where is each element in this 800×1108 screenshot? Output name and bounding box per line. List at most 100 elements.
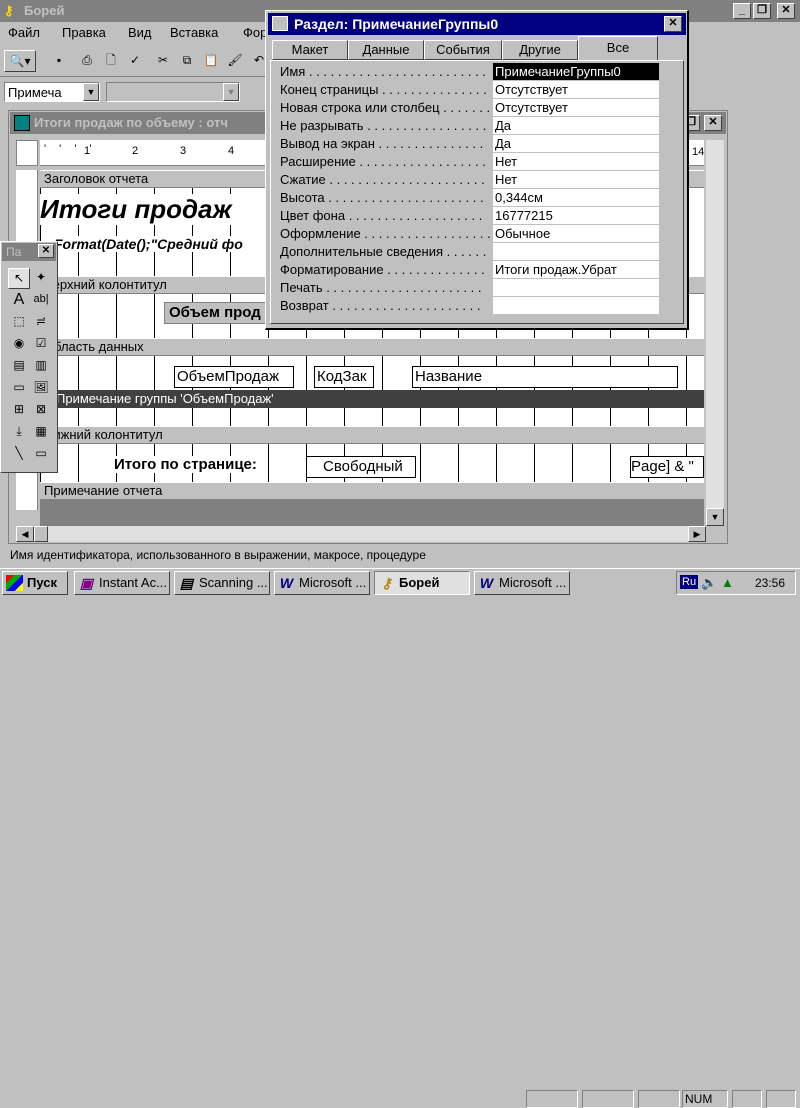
property-value[interactable]: Отсутствует <box>493 99 659 116</box>
property-value[interactable]: Обычное <box>493 225 659 242</box>
font-combo[interactable]: ▼ <box>106 82 240 102</box>
taskbar-button-borey[interactable]: ⚷ Борей <box>374 571 470 595</box>
taskbar-button-scanning[interactable]: ▤ Scanning ... <box>174 571 270 595</box>
property-value[interactable]: Нет <box>493 171 659 188</box>
select-pointer-icon[interactable]: ↖ <box>8 268 30 289</box>
combobox-icon[interactable]: ▤ <box>8 356 30 377</box>
property-row[interactable]: Имя . . . . . . . . . . . . . . . . . . … <box>276 63 660 81</box>
properties-close-button[interactable]: ✕ <box>664 16 682 32</box>
cut-icon[interactable]: ✂ <box>152 50 174 72</box>
property-value[interactable]: Итоги продаж.Убрат <box>493 261 659 278</box>
language-indicator[interactable]: Ru <box>680 575 699 589</box>
property-row[interactable]: Форматирование . . . . . . . . . . . . .… <box>276 261 660 279</box>
section-group-footer[interactable]: Примечание группы 'ОбъемПродаж' <box>40 390 704 408</box>
property-row[interactable]: Высота . . . . . . . . . . . . . . . . .… <box>276 189 660 207</box>
property-value[interactable]: 0,344см <box>493 189 659 206</box>
property-value[interactable]: Отсутствует <box>493 81 659 98</box>
image-icon[interactable]: 🖼 <box>30 378 52 399</box>
scroll-thumb[interactable] <box>34 526 48 542</box>
property-row[interactable]: Конец страницы . . . . . . . . . . . . .… <box>276 81 660 99</box>
page-footer-area[interactable]: Итого по странице: Свободный Page] & " <box>40 444 704 482</box>
subform-icon[interactable]: ▦ <box>30 422 52 443</box>
menu-edit[interactable]: Правка <box>62 25 106 40</box>
print-preview-icon[interactable]: 🗋 <box>100 50 122 72</box>
property-value[interactable]: Нет <box>493 153 659 170</box>
taskbar-button-word-1[interactable]: W Microsoft ... <box>274 571 370 595</box>
taskbar-button-instant-access[interactable]: ▣ Instant Ac... <box>74 571 170 595</box>
scheduler-icon[interactable]: ▲ <box>721 575 734 590</box>
app-close-button[interactable]: ✕ <box>777 3 795 19</box>
option-group-icon[interactable]: ⬚ <box>8 312 30 333</box>
bound-object-icon[interactable]: ⊠ <box>30 400 52 421</box>
paste-icon[interactable]: 📋 <box>200 50 222 72</box>
menu-view[interactable]: Вид <box>128 25 152 40</box>
property-row[interactable]: Не разрывать . . . . . . . . . . . . . .… <box>276 117 660 135</box>
speaker-icon[interactable]: 🔈 <box>701 575 717 591</box>
scroll-left-button[interactable]: ◀ <box>16 526 34 542</box>
view-icon[interactable]: 🔍▾ <box>4 50 36 72</box>
checkbox-icon[interactable]: ☑ <box>30 334 52 355</box>
tab-events[interactable]: События <box>424 40 502 60</box>
property-value[interactable] <box>493 279 659 296</box>
toolbox-close-button[interactable]: ✕ <box>38 244 54 258</box>
save-icon[interactable]: ▪ <box>48 50 70 72</box>
property-value[interactable]: Да <box>493 135 659 152</box>
tab-data[interactable]: Данные <box>348 40 424 60</box>
chevron-down-icon[interactable]: ▼ <box>223 83 239 101</box>
app-restore-button[interactable]: ❐ <box>753 3 771 19</box>
property-row[interactable]: Печать . . . . . . . . . . . . . . . . .… <box>276 279 660 297</box>
copy-icon[interactable]: ⧉ <box>176 50 198 72</box>
field-nazvanie[interactable]: Название <box>412 366 678 388</box>
horizontal-scrollbar[interactable]: ◀ ▶ <box>16 526 706 542</box>
option-button-icon[interactable]: ◉ <box>8 334 30 355</box>
tab-all[interactable]: Все <box>578 36 658 61</box>
menu-format[interactable]: Фор <box>243 25 267 40</box>
tab-layout[interactable]: Макет <box>272 40 348 60</box>
report-format-text[interactable]: Format(Date();"Средний фо <box>54 236 243 252</box>
detail-area[interactable]: ОбъемПродаж КодЗак Название <box>40 356 704 392</box>
property-value[interactable]: Да <box>493 117 659 134</box>
field-objem-prodazh[interactable]: ОбъемПродаж <box>174 366 294 388</box>
chevron-down-icon[interactable]: ▼ <box>83 83 99 101</box>
print-icon[interactable]: ⎙ <box>76 50 98 72</box>
tab-other[interactable]: Другие <box>502 40 578 60</box>
listbox-icon[interactable]: ▥ <box>30 356 52 377</box>
taskbar-button-word-2[interactable]: W Microsoft ... <box>474 571 570 595</box>
field-kod-zak[interactable]: КодЗак <box>314 366 374 388</box>
group-footer-area[interactable] <box>40 408 704 426</box>
section-report-footer[interactable]: Примечание отчета <box>40 482 704 500</box>
page-expr-field[interactable]: Page] & " <box>630 456 704 478</box>
property-row[interactable]: Новая строка или столбец . . . . . . . О… <box>276 99 660 117</box>
app-minimize-button[interactable]: _ <box>733 3 751 19</box>
property-row[interactable]: Вывод на экран . . . . . . . . . . . . .… <box>276 135 660 153</box>
report-close-button[interactable]: ✕ <box>704 115 722 131</box>
property-value[interactable]: ПримечаниеГруппы0 <box>493 63 659 80</box>
property-row[interactable]: Оформление . . . . . . . . . . . . . . .… <box>276 225 660 243</box>
page-break-icon[interactable]: ⤓ <box>8 422 30 443</box>
property-row[interactable]: Цвет фона . . . . . . . . . . . . . . . … <box>276 207 660 225</box>
menu-file[interactable]: Файл <box>8 25 40 40</box>
spelling-icon[interactable]: ✓ <box>124 50 146 72</box>
property-row[interactable]: Сжатие . . . . . . . . . . . . . . . . .… <box>276 171 660 189</box>
vertical-scrollbar[interactable]: ▼ <box>706 140 724 526</box>
report-title-text[interactable]: Итоги продаж <box>40 194 236 225</box>
rectangle-tool-icon[interactable]: ▭ <box>30 444 52 465</box>
format-painter-icon[interactable]: 🖌 <box>224 50 246 72</box>
textbox-tool-icon[interactable]: ab| <box>30 290 52 311</box>
line-tool-icon[interactable]: ╲ <box>8 444 30 465</box>
section-detail[interactable]: Область данных <box>40 338 704 356</box>
property-value[interactable] <box>493 297 659 314</box>
object-combo[interactable]: Примеча ▼ <box>4 82 100 102</box>
command-button-icon[interactable]: ▭ <box>8 378 30 399</box>
total-label[interactable]: Итого по странице: <box>114 456 257 473</box>
property-value[interactable]: 16777215 <box>493 207 659 224</box>
total-field[interactable]: Свободный <box>306 456 416 478</box>
label-tool-icon[interactable]: A <box>8 290 30 311</box>
property-row[interactable]: Дополнительные сведения . . . . . . . <box>276 243 660 261</box>
unbound-object-icon[interactable]: ⊞ <box>8 400 30 421</box>
scroll-right-button[interactable]: ▶ <box>688 526 706 542</box>
start-button[interactable]: Пуск <box>2 571 68 595</box>
section-page-footer[interactable]: Нижний колонтитул <box>40 426 704 444</box>
scroll-down-button[interactable]: ▼ <box>706 508 724 526</box>
wizard-icon[interactable]: ✦ <box>30 268 52 289</box>
